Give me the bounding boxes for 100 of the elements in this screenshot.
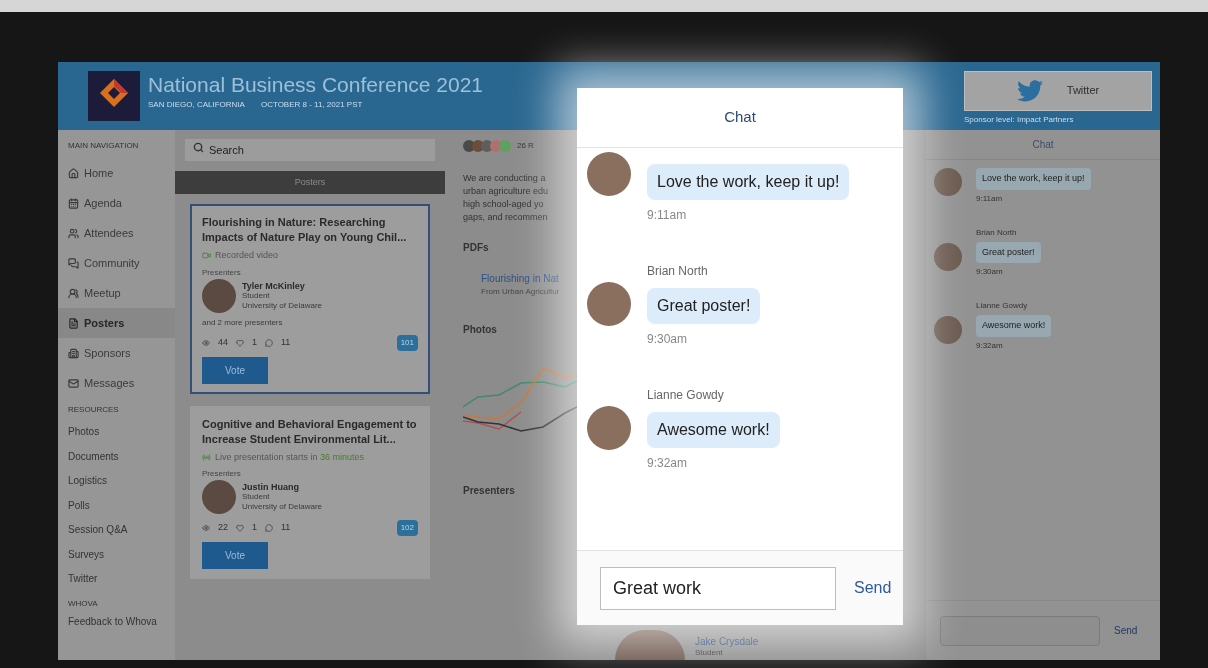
presenter-role: Student — [242, 290, 270, 301]
avatar — [463, 140, 475, 152]
description-line: urban agriculture edu — [463, 185, 550, 198]
presenter-role: Student — [242, 492, 271, 502]
author-name: Lianne Gowdy — [976, 300, 1028, 312]
message-bubble: Love the work, keep it up! — [647, 164, 850, 200]
avatar — [587, 406, 631, 450]
video-icon — [202, 251, 211, 261]
nav-item[interactable]: Posters — [58, 308, 175, 338]
presenter-org: University of Delaware — [242, 502, 323, 512]
vote-button[interactable]: Vote — [202, 542, 268, 569]
nav-item[interactable]: Session Q&A — [68, 518, 128, 543]
nav-item[interactable]: Attendees — [58, 218, 175, 248]
eye-icon — [202, 524, 210, 532]
like-count: 1 — [252, 521, 258, 535]
bird-icon — [1016, 79, 1043, 102]
message-input[interactable]: Great work — [600, 566, 836, 610]
message-time: 9:32am — [647, 455, 688, 472]
search-field[interactable]: Search — [185, 139, 435, 161]
send-button[interactable]: Send — [854, 576, 892, 600]
nav-item[interactable]: Messages — [58, 368, 175, 398]
nav-item[interactable]: Meetup — [58, 278, 175, 308]
poster-card[interactable]: Cognitive and Behavioral Engagement to Increase Student Environmental Lit... Live presentation starts in 36 minutes Presenters Justin Huang Student University of Delaware 22 1 11 102 Vote — [190, 405, 430, 579]
message-time: 9:11am — [976, 192, 1003, 205]
message-bubble: Great poster! — [976, 241, 1041, 263]
poster-status: Recorded video — [215, 249, 279, 262]
group-icon — [68, 287, 79, 299]
calendar-icon — [68, 197, 79, 209]
message-bubble: Awesome work! — [976, 315, 1052, 337]
nav-item[interactable]: Photos — [68, 420, 100, 445]
poster-card[interactable]: Flourishing in Nature: Researching Impacts of Nature Play on Young Chil... Recorded video Presenters Tyler McKinley Student University of Delaware and 2 more presenters 44 1 11 101 Vote — [190, 204, 430, 394]
message-bubble: Love the work, keep it up! — [976, 168, 1091, 190]
message-bubble: Great poster! — [647, 288, 761, 324]
logo-icon — [88, 71, 140, 121]
avatar — [202, 278, 236, 313]
photos-heading: Photos — [463, 323, 497, 337]
pdfs-heading: PDFs — [463, 241, 489, 255]
comment-count: 11 — [281, 521, 291, 535]
search-icon — [193, 142, 204, 153]
message-time: 9:30am — [647, 331, 688, 348]
nav-item[interactable]: Twitter — [68, 567, 98, 592]
pdf-link[interactable]: Flourishing in Nat — [481, 271, 577, 286]
people-icon — [68, 227, 79, 239]
comment-icon — [265, 338, 274, 347]
author-name: Lianne Gowdy — [647, 387, 724, 404]
section-heading: RESOURCES — [68, 404, 119, 416]
avatar — [499, 140, 511, 152]
envelope-icon — [68, 377, 79, 389]
nav-item[interactable]: Documents — [68, 444, 119, 469]
comment-icon — [265, 524, 274, 532]
event-location: SAN DIEGO, CALIFORNIA — [148, 98, 245, 111]
avatar — [202, 480, 236, 514]
message-bubble: Awesome work! — [647, 412, 780, 448]
description-line: gaps, and recommen — [463, 211, 549, 224]
like-count: 1 — [252, 335, 258, 349]
nav-item[interactable]: Polls — [68, 493, 90, 518]
avatar — [934, 242, 962, 271]
message-input[interactable] — [940, 615, 1100, 646]
avatar — [934, 168, 962, 196]
message-time: 9:11am — [647, 207, 687, 224]
avatar — [587, 152, 631, 196]
vote-count: 101 — [396, 334, 418, 351]
more-presenters[interactable]: and 2 more presenters — [202, 316, 283, 329]
nav-item[interactable]: Logistics — [68, 469, 107, 494]
poster-title: Cognitive and Behavioral Engagement to Increase Student Environmental Lit... — [202, 416, 418, 447]
poster-status: Live presentation starts in 36 minutes — [215, 450, 365, 464]
vote-count: 102 — [396, 520, 418, 536]
nav-item[interactable]: Sponsors — [58, 338, 175, 368]
presenter-name: Justin Huang — [242, 482, 300, 492]
chat-title: Chat — [724, 107, 756, 128]
attendee-count: 26 R — [517, 140, 534, 152]
presenter-role: Student — [695, 647, 724, 658]
presenters-label: Presenters — [202, 266, 241, 279]
sponsor-level: Sponsor level: Impact Partners — [964, 113, 1074, 126]
section-heading: MAIN NAVIGATION — [68, 140, 139, 152]
posters-heading: Posters — [294, 175, 326, 189]
comment-count: 11 — [281, 335, 291, 349]
view-count: 44 — [218, 335, 228, 349]
event-dates: OCTOBER 8 - 11, 2021 PST — [260, 98, 363, 111]
live-icon — [202, 452, 211, 462]
nav-item[interactable]: Home — [58, 158, 175, 188]
avatar — [615, 630, 685, 660]
presenter-name: Tyler McKinley — [242, 280, 306, 291]
avatar — [934, 316, 962, 344]
nav-item[interactable]: Feedback to Whova — [68, 613, 157, 629]
author-name: Brian North — [976, 226, 1017, 239]
presenters-heading: Presenters — [463, 484, 515, 498]
chat-title: Chat — [1032, 138, 1054, 152]
nav-item[interactable]: Surveys — [68, 542, 105, 567]
presenters-label: Presenters — [202, 468, 241, 480]
poster-title: Flourishing in Nature: Researching Impacts of Nature Play on Young Chil... — [202, 215, 408, 245]
heart-icon — [236, 338, 244, 347]
send-button[interactable]: Send — [1114, 623, 1138, 638]
nav-item[interactable]: Agenda — [58, 188, 175, 218]
home-icon — [68, 167, 79, 179]
description-line: We are conducting a — [463, 172, 547, 185]
vote-button[interactable]: Vote — [202, 356, 268, 384]
nav-item[interactable]: Community — [58, 248, 175, 278]
author-name: Brian North — [647, 263, 708, 280]
sponsor-button[interactable]: Twitter — [964, 70, 1152, 111]
